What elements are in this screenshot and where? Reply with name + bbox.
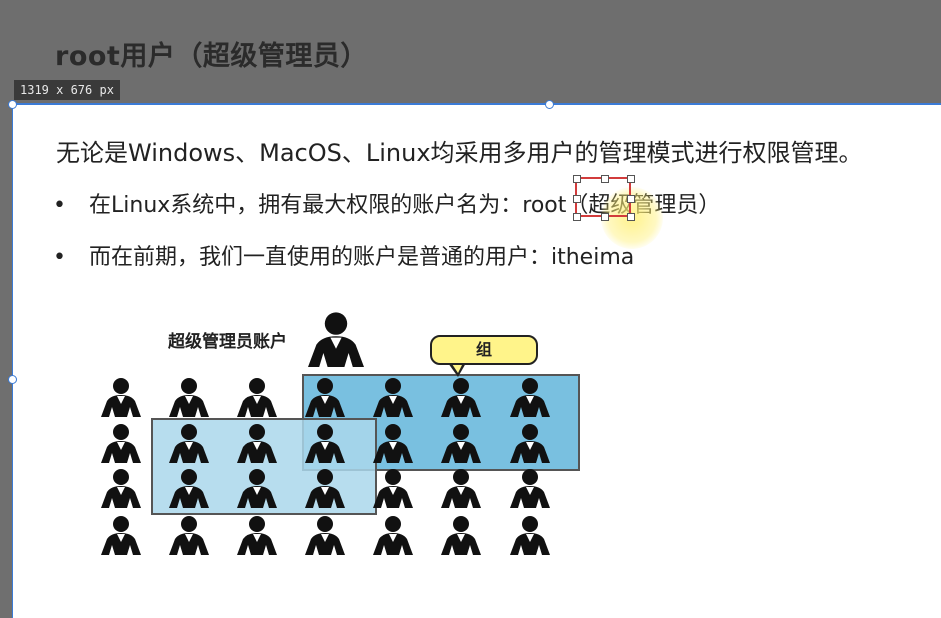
person-icon — [506, 515, 554, 555]
selection-handle[interactable] — [573, 195, 581, 203]
person-icon — [301, 423, 349, 463]
person-icon — [165, 515, 213, 555]
person-icon — [165, 468, 213, 508]
person-icon — [437, 515, 485, 555]
bullet-marker: • — [53, 193, 66, 218]
header-bar: root用户（超级管理员） 1319 x 676 px — [0, 0, 941, 103]
person-icon — [165, 423, 213, 463]
superuser-icon — [301, 311, 371, 367]
person-icon — [233, 377, 281, 417]
person-icon — [369, 377, 417, 417]
person-icon — [97, 377, 145, 417]
person-icon — [97, 515, 145, 555]
resize-handle-top-middle[interactable] — [545, 100, 554, 109]
resize-handle-left-middle[interactable] — [8, 375, 17, 384]
group-callout: 组 — [430, 335, 538, 365]
text-selection-box[interactable] — [573, 175, 635, 221]
page-title: root用户（超级管理员） — [55, 41, 368, 72]
person-icon — [506, 468, 554, 508]
person-icon — [506, 377, 554, 417]
person-icon — [437, 377, 485, 417]
selection-handle[interactable] — [627, 175, 635, 183]
selection-handle[interactable] — [601, 213, 609, 221]
bullet-text: 在Linux系统中，拥有最大权限的账户名为： — [89, 193, 523, 218]
bullet-marker: • — [53, 245, 66, 270]
superuser-label: 超级管理员账户 — [168, 332, 287, 352]
person-icon — [506, 423, 554, 463]
selection-handle[interactable] — [573, 175, 581, 183]
person-icon — [301, 377, 349, 417]
person-icon — [437, 468, 485, 508]
person-icon — [233, 515, 281, 555]
person-icon — [437, 423, 485, 463]
person-icon — [233, 423, 281, 463]
user-group-diagram: 超级管理员账户 组 — [93, 305, 613, 565]
person-icon — [165, 377, 213, 417]
person-icon — [233, 468, 281, 508]
selection-handle[interactable] — [627, 213, 635, 221]
person-icon — [301, 515, 349, 555]
root-highlight[interactable]: root — [522, 193, 566, 218]
intro-text: 无论是Windows、MacOS、Linux均采用多用户的管理模式进行权限管理。 — [56, 139, 863, 167]
bullet-normal-user: • 而在前期，我们一直使用的账户是普通的用户：itheima — [53, 239, 634, 271]
selection-handle[interactable] — [627, 195, 635, 203]
resize-handle-top-left[interactable] — [8, 100, 17, 109]
person-icon — [369, 468, 417, 508]
person-icon — [97, 468, 145, 508]
slide-canvas[interactable]: 无论是Windows、MacOS、Linux均采用多用户的管理模式进行权限管理。… — [8, 100, 941, 618]
person-icon — [369, 515, 417, 555]
selection-handle[interactable] — [573, 213, 581, 221]
dimension-badge: 1319 x 676 px — [14, 80, 120, 100]
bullet-text: 而在前期，我们一直使用的账户是普通的用户：itheima — [89, 245, 635, 270]
selection-handle[interactable] — [601, 175, 609, 183]
person-icon — [97, 423, 145, 463]
person-icon — [301, 468, 349, 508]
person-icon — [369, 423, 417, 463]
